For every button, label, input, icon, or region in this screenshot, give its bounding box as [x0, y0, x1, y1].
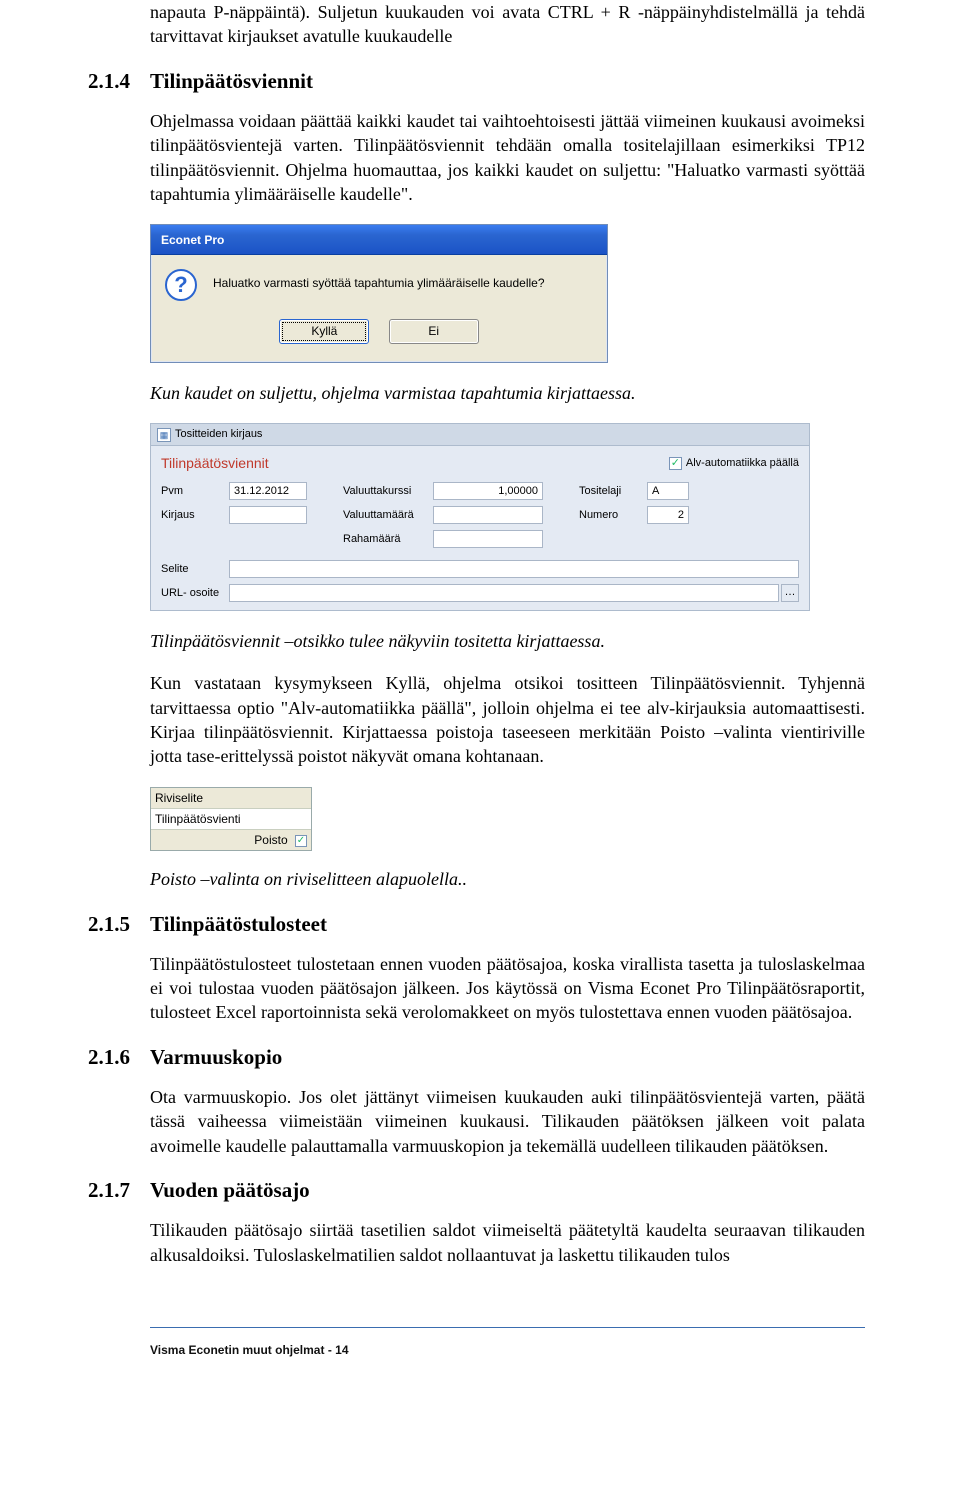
rahamaara-field[interactable] — [433, 530, 543, 548]
kirjaus-field[interactable] — [229, 506, 307, 524]
footer-text: Visma Econetin muut ohjelmat - 14 — [150, 1343, 349, 1357]
rivi-header: Riviselite — [151, 788, 311, 809]
paragraph-214-1: Ohjelmassa voidaan päättää kaikki kaudet… — [150, 109, 865, 206]
heading-number: 2.1.5 — [88, 910, 150, 938]
selite-field[interactable] — [229, 560, 799, 578]
page-footer: Visma Econetin muut ohjelmat - 14 — [150, 1327, 865, 1360]
dialog-titlebar: Econet Pro — [151, 225, 607, 255]
heading-number: 2.1.6 — [88, 1043, 150, 1071]
confirm-dialog: Econet Pro ? Haluatko varmasti syöttää t… — [150, 224, 608, 363]
heading-number: 2.1.4 — [88, 67, 150, 95]
heading-title: Varmuuskopio — [150, 1045, 282, 1069]
rahamaara-label: Rahamäärä — [343, 532, 433, 547]
pvm-label: Pvm — [161, 484, 229, 499]
no-button[interactable]: Ei — [389, 319, 479, 344]
valuuttakurssi-field[interactable]: 1,00000 — [433, 482, 543, 500]
paragraph-216-1: Ota varmuuskopio. Jos olet jättänyt viim… — [150, 1085, 865, 1158]
selite-label: Selite — [161, 562, 229, 577]
form-headline: Tilinpäätösviennit — [161, 454, 269, 473]
dialog-message: Haluatko varmasti syöttää tapahtumia yli… — [213, 269, 545, 301]
url-field[interactable] — [229, 584, 779, 602]
heading-214: 2.1.4Tilinpäätösviennit — [88, 67, 865, 95]
voucher-entry-form: ▦ Tositteiden kirjaus Tilinpäätösviennit… — [150, 423, 810, 611]
kirjaus-label: Kirjaus — [161, 508, 229, 523]
pvm-field[interactable]: 31.12.2012 — [229, 482, 307, 500]
alv-label: Alv-automatiikka päällä — [686, 457, 799, 469]
paragraph-217-1: Tilikauden päätösajo siirtää tasetilien … — [150, 1218, 865, 1267]
caption-2: Tilinpäätösviennit –otsikko tulee näkyvi… — [150, 629, 865, 653]
heading-217: 2.1.7Vuoden päätösajo — [88, 1176, 865, 1204]
valuuttamaara-label: Valuuttamäärä — [343, 508, 433, 523]
yes-button[interactable]: Kyllä — [279, 319, 369, 344]
tositelaji-label: Tositelaji — [579, 484, 647, 499]
caption-3: Poisto –valinta on riviselitteen alapuol… — [150, 867, 865, 891]
heading-title: Tilinpäätösviennit — [150, 69, 313, 93]
heading-215: 2.1.5Tilinpäätöstulosteet — [88, 910, 865, 938]
valuuttakurssi-label: Valuuttakurssi — [343, 484, 433, 499]
poisto-checkbox[interactable]: ✓ — [295, 835, 307, 847]
question-icon: ? — [165, 269, 197, 301]
paragraph-intro: napauta P-näppäintä). Suljetun kuukauden… — [150, 0, 865, 49]
heading-title: Tilinpäätöstulosteet — [150, 912, 327, 936]
heading-216: 2.1.6Varmuuskopio — [88, 1043, 865, 1071]
poisto-label: Poisto — [254, 833, 287, 847]
heading-title: Vuoden päätösajo — [150, 1178, 310, 1202]
valuuttamaara-field[interactable] — [433, 506, 543, 524]
rivi-text: Tilinpäätösvienti — [151, 809, 311, 829]
browse-button[interactable]: … — [781, 584, 799, 602]
numero-label: Numero — [579, 508, 647, 523]
window-title: Tositteiden kirjaus — [175, 427, 262, 442]
url-label: URL- osoite — [161, 586, 229, 601]
paragraph-214-2: Kun vastataan kysymykseen Kyllä, ohjelma… — [150, 671, 865, 768]
heading-number: 2.1.7 — [88, 1176, 150, 1204]
numero-field[interactable]: 2 — [647, 506, 689, 524]
window-icon: ▦ — [157, 428, 171, 442]
tositelaji-field[interactable]: A — [647, 482, 689, 500]
rivi-panel: Riviselite Tilinpäätösvienti Poisto ✓ — [150, 787, 312, 852]
dialog-title-text: Econet Pro — [161, 232, 224, 248]
caption-1: Kun kaudet on suljettu, ohjelma varmista… — [150, 381, 865, 405]
alv-checkbox[interactable]: ✓ — [669, 457, 682, 470]
paragraph-215-1: Tilinpäätöstulosteet tulostetaan ennen v… — [150, 952, 865, 1025]
